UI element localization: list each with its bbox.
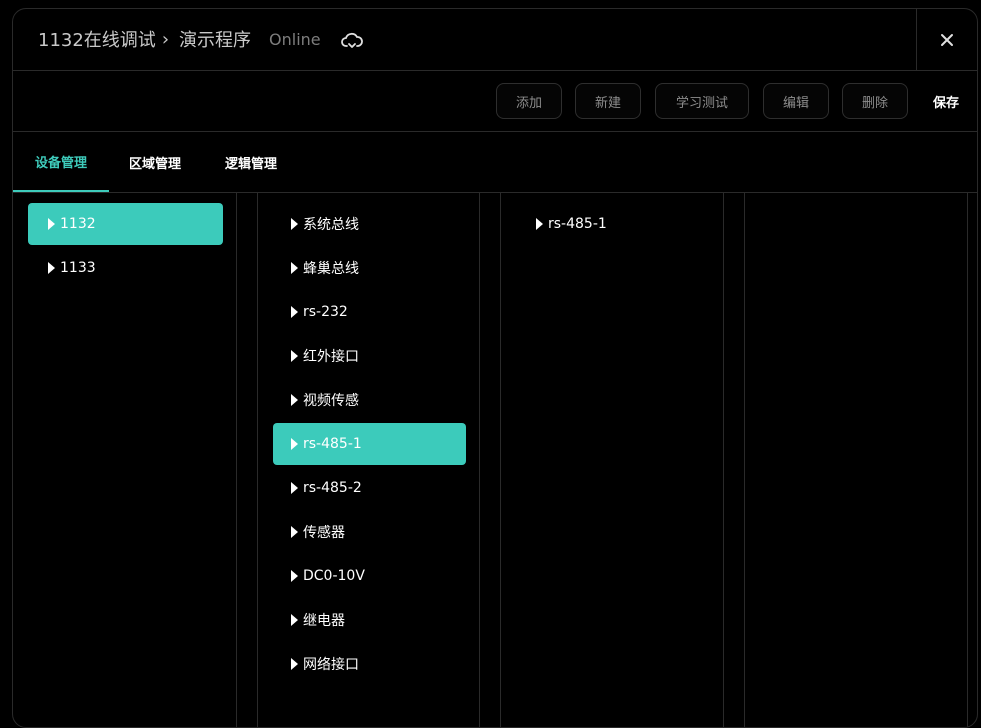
- bus-label: 蜂巢总线: [303, 261, 359, 277]
- device-item-1132[interactable]: 1132: [28, 203, 223, 245]
- bus-item[interactable]: 蜂巢总线: [273, 247, 466, 289]
- tab-device-management[interactable]: 设备管理: [13, 132, 109, 192]
- device-label: 1133: [60, 260, 96, 276]
- bus-label: rs-485-2: [303, 480, 362, 496]
- sub-item-label: rs-485-1: [548, 216, 607, 232]
- bus-item[interactable]: 红外接口: [273, 335, 466, 377]
- caret-right-icon: [291, 658, 298, 670]
- delete-button[interactable]: 删除: [842, 83, 908, 119]
- bus-label: DC0-10V: [303, 568, 365, 584]
- bus-item[interactable]: rs-232: [273, 291, 466, 333]
- caret-right-icon: [291, 614, 298, 626]
- bus-item[interactable]: 传感器: [273, 511, 466, 553]
- bus-item[interactable]: 网络接口: [273, 643, 466, 685]
- chevron-right-icon: ›: [161, 28, 170, 50]
- toolbar: 添加 新建 学习测试 编辑 删除 保存: [13, 71, 977, 132]
- caret-right-icon: [291, 350, 298, 362]
- debug-window: 1132在线调试 › 演示程序 Online 添加 新建 学习测试 编辑 删除 …: [12, 8, 978, 728]
- edit-button[interactable]: 编辑: [763, 83, 829, 119]
- new-button[interactable]: 新建: [575, 83, 641, 119]
- tab-area-management[interactable]: 区域管理: [119, 132, 191, 192]
- bus-label: 继电器: [303, 613, 345, 629]
- bus-label: 网络接口: [303, 657, 359, 673]
- learn-test-button[interactable]: 学习测试: [655, 83, 749, 119]
- bus-label: 红外接口: [303, 349, 359, 365]
- breadcrumb-root[interactable]: 1132在线调试: [38, 26, 156, 52]
- caret-right-icon: [536, 218, 543, 230]
- bus-label: rs-485-1: [303, 436, 362, 452]
- cloud-sync-icon: [340, 32, 363, 50]
- column-divider: [744, 193, 745, 727]
- breadcrumb: 1132在线调试 › 演示程序 Online: [38, 26, 363, 52]
- caret-right-icon: [291, 218, 298, 230]
- tab-logic-management[interactable]: 逻辑管理: [213, 132, 289, 192]
- caret-right-icon: [48, 262, 55, 274]
- bus-item[interactable]: 系统总线: [273, 203, 466, 245]
- caret-right-icon: [291, 526, 298, 538]
- caret-right-icon: [291, 482, 298, 494]
- bus-item[interactable]: 视频传感: [273, 379, 466, 421]
- bus-label: 视频传感: [303, 393, 359, 409]
- bus-item[interactable]: 继电器: [273, 599, 466, 641]
- caret-right-icon: [291, 394, 298, 406]
- device-label: 1132: [60, 216, 96, 232]
- status-text: Online: [269, 29, 321, 49]
- device-item-1133[interactable]: 1133: [28, 247, 223, 289]
- bus-item[interactable]: rs-485-2: [273, 467, 466, 509]
- caret-right-icon: [291, 262, 298, 274]
- tab-bar: 设备管理 区域管理 逻辑管理: [13, 132, 977, 193]
- column-divider: [723, 193, 724, 727]
- column-divider: [236, 193, 237, 727]
- bus-label: rs-232: [303, 304, 348, 320]
- bus-item[interactable]: DC0-10V: [273, 555, 466, 597]
- caret-right-icon: [291, 306, 298, 318]
- bus-label: 传感器: [303, 525, 345, 541]
- column-divider: [500, 193, 501, 727]
- bus-label: 系统总线: [303, 217, 359, 233]
- title-bar: 1132在线调试 › 演示程序 Online: [13, 9, 977, 71]
- column-divider: [257, 193, 258, 727]
- column-divider: [479, 193, 480, 727]
- bus-item-selected[interactable]: rs-485-1: [273, 423, 466, 465]
- close-icon: [941, 33, 953, 46]
- caret-right-icon: [48, 218, 55, 230]
- sub-item[interactable]: rs-485-1: [517, 203, 710, 245]
- breadcrumb-current: 演示程序: [179, 30, 252, 51]
- column-divider: [967, 193, 968, 727]
- caret-right-icon: [291, 570, 298, 582]
- caret-right-icon: [291, 438, 298, 450]
- close-button[interactable]: [916, 9, 977, 70]
- add-button[interactable]: 添加: [496, 83, 562, 119]
- save-button[interactable]: 保存: [933, 83, 959, 119]
